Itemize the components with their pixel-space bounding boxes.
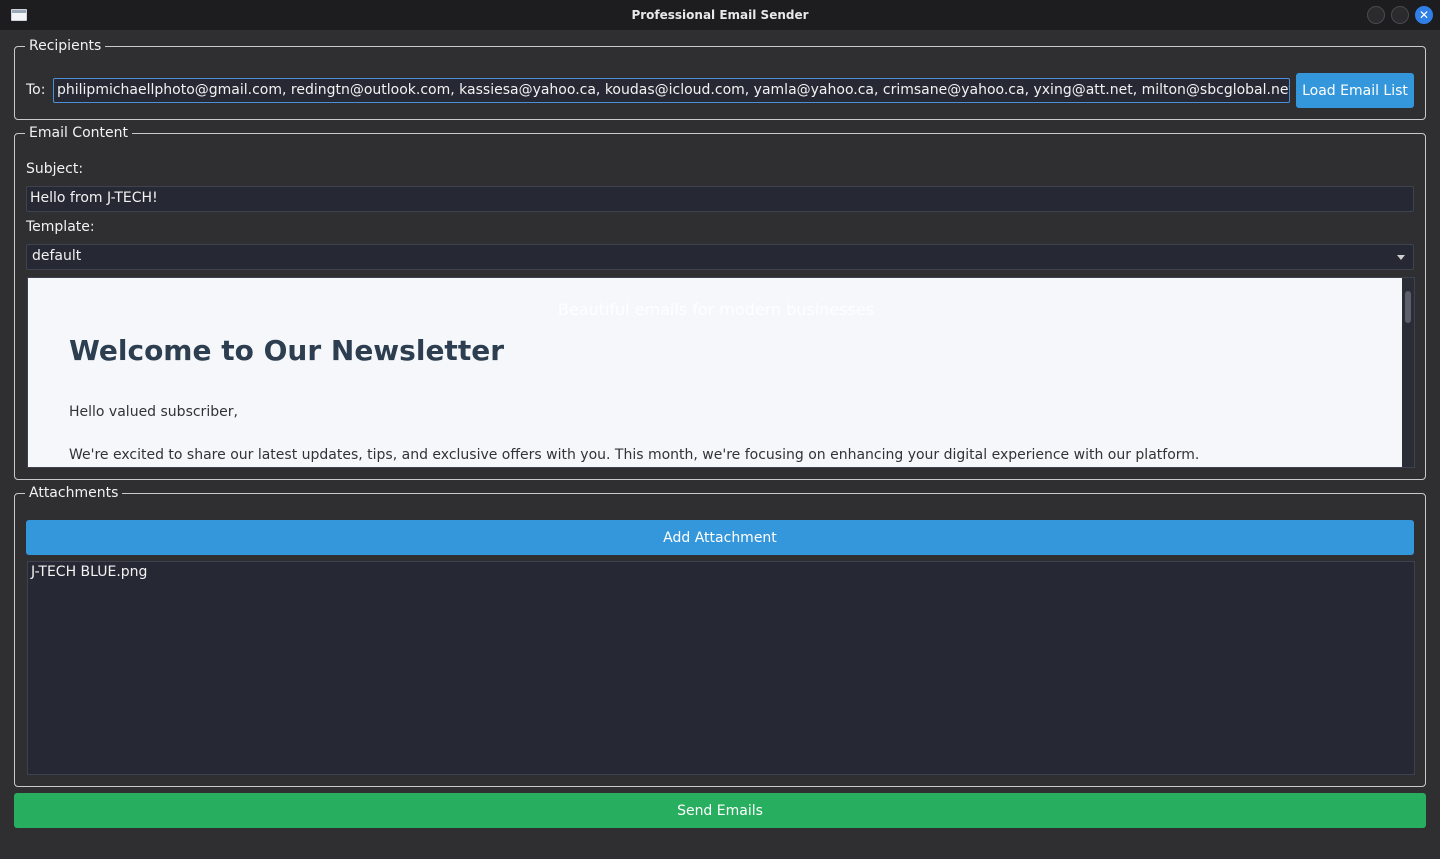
recipients-legend: Recipients [25,36,106,56]
email-preview[interactable]: Beautiful emails for modern businesses W… [27,277,1415,468]
subject-label: Subject: [26,161,84,177]
add-attachment-button[interactable]: Add Attachment [26,520,1414,555]
attachments-legend: Attachments [25,483,123,503]
preview-headline: Welcome to Our Newsletter [69,334,504,367]
template-selected-value: default [32,248,82,264]
preview-intro: We're excited to share our latest update… [69,447,1200,463]
preview-scrollbar[interactable] [1402,278,1414,467]
preview-scroll-thumb[interactable] [1405,291,1411,323]
template-select[interactable]: default [26,244,1414,270]
window-title: Professional Email Sender [631,8,809,22]
email-content-group: Email Content Subject: Hello from J-TECH… [14,123,1426,480]
minimize-button[interactable] [1367,6,1385,24]
chevron-down-icon[interactable] [1397,255,1405,260]
send-emails-button[interactable]: Send Emails [14,793,1426,828]
email-content-legend: Email Content [25,123,132,143]
close-icon[interactable]: ✕ [1415,6,1433,24]
list-item[interactable]: J-TECH BLUE.png [31,564,147,580]
preview-tagline: Beautiful emails for modern businesses [557,300,875,319]
preview-greeting: Hello valued subscriber, [69,404,238,420]
load-email-list-button[interactable]: Load Email List [1296,73,1414,108]
maximize-button[interactable] [1391,6,1409,24]
to-input[interactable]: philipmichaellphoto@gmail.com, redingtn@… [53,78,1290,103]
window-icon [11,9,27,21]
subject-input[interactable]: Hello from J-TECH! [26,186,1414,212]
recipients-group: Recipients To: philipmichaellphoto@gmail… [14,36,1426,120]
attachments-group: Attachments Add Attachment J-TECH BLUE.p… [14,483,1426,787]
template-label: Template: [26,219,95,235]
attachment-list[interactable]: J-TECH BLUE.png [27,561,1415,775]
title-bar: Professional Email Sender ✕ [0,0,1440,30]
to-label: To: [26,82,46,98]
